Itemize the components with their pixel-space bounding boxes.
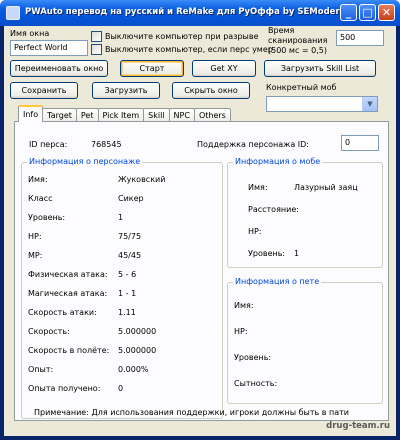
hide-window-button[interactable]: Скрыть окно <box>172 82 250 99</box>
char-value: 5.000000 <box>118 327 157 336</box>
info-panel: ID перса: 768545 Поддержка персонажа ID:… <box>14 121 389 421</box>
char-value: 45/45 <box>118 251 142 260</box>
checkbox-box[interactable] <box>91 44 102 55</box>
char-value: 0 <box>118 384 124 393</box>
group-title: Информация о пете <box>233 277 322 286</box>
char-id-label: ID перса: <box>29 140 68 149</box>
tab-target[interactable]: Target <box>42 108 77 122</box>
load-skill-list-button[interactable]: Загрузить Skill List <box>264 60 376 77</box>
char-label: HP: <box>28 232 42 241</box>
pet-info-group: Информация о пете Имя: HP: Уровень: Сытн… <box>227 277 383 404</box>
save-button[interactable]: Сохранить <box>10 82 78 99</box>
pet-label: HP: <box>234 327 248 336</box>
group-title: Информация о мобе <box>233 157 323 166</box>
scan-time-input[interactable]: 500 <box>336 30 384 46</box>
mob-label: Имя: <box>248 183 268 192</box>
close-button[interactable]: ✕ <box>378 4 395 21</box>
char-value: 1 <box>118 213 124 222</box>
window-title: PWAuto перевод на русский и ReMake для Р… <box>25 7 340 17</box>
mob-label: HP: <box>248 227 262 236</box>
char-label: Скорость атаки: <box>28 308 97 317</box>
scan-time-hint: (500 мс = 0,5) <box>268 46 327 55</box>
char-id-value: 768545 <box>91 140 122 149</box>
char-label: Уровень: <box>28 213 66 222</box>
title-bar[interactable]: PWAuto перевод на русский и ReMake для Р… <box>0 0 400 26</box>
char-label: Опыт: <box>28 365 54 374</box>
tab-pick-item[interactable]: Pick Item <box>97 108 145 122</box>
mob-label: Уровень: <box>248 249 286 258</box>
support-note: Примечание: Для использования поддержки,… <box>34 408 350 417</box>
char-value: 5.000000 <box>118 346 157 355</box>
shutdown-on-death-checkbox[interactable]: Выключите компьютер, если перс умер <box>91 44 273 55</box>
char-value: Сикер <box>118 194 144 203</box>
support-id-label: Поддержка персонажа ID: <box>197 140 309 149</box>
char-value: 75/75 <box>118 232 142 241</box>
shutdown-on-disconnect-checkbox[interactable]: Выключите компьютер при разрыве <box>91 31 259 42</box>
pet-label: Уровень: <box>234 353 272 362</box>
pet-label: Имя: <box>234 301 254 310</box>
tab-skill[interactable]: Skill <box>143 108 170 122</box>
load-button[interactable]: Загрузить <box>92 82 160 99</box>
specific-mob-label: Конкретный моб <box>266 83 337 92</box>
char-label: Магическая атака: <box>28 289 108 298</box>
pet-label: Сытность: <box>234 379 278 388</box>
char-value: 1 - 1 <box>118 289 137 298</box>
client-area: Имя окна Perfect World Выключите компьют… <box>4 26 396 436</box>
app-window: PWAuto перевод на русский и ReMake для Р… <box>0 0 400 440</box>
watermark: drug-team.ru <box>326 421 390 431</box>
char-label: MP: <box>28 251 43 260</box>
tab-info[interactable]: Info <box>18 105 44 122</box>
minimize-button[interactable]: _ <box>340 4 357 21</box>
get-xy-button[interactable]: Get XY <box>192 60 256 77</box>
tab-bar: Info Target Pet Pick Item Skill NPC Othe… <box>18 105 231 122</box>
mob-value: Лазурный заяц <box>294 183 358 192</box>
scan-time-label: Время <box>268 26 295 35</box>
char-label: Скорость: <box>28 327 70 336</box>
char-info-group: Информация о персонаже Имя: Жуковский Кл… <box>21 157 223 419</box>
specific-mob-select[interactable]: ▼ <box>266 96 378 112</box>
checkbox-box[interactable] <box>91 31 102 42</box>
app-icon <box>6 6 20 20</box>
maximize-button[interactable]: □ <box>359 4 376 21</box>
start-button[interactable]: Старт <box>120 60 184 77</box>
char-label: Имя: <box>28 175 48 184</box>
support-id-input[interactable]: 0 <box>341 135 379 151</box>
char-value: 0.000% <box>118 365 149 374</box>
window-name-input[interactable]: Perfect World <box>10 40 88 56</box>
chevron-down-icon[interactable]: ▼ <box>362 97 377 111</box>
scan-time-label: сканирования <box>268 36 328 45</box>
checkbox-label: Выключите компьютер при разрыве <box>105 32 259 41</box>
char-value: 5 - 6 <box>118 270 137 279</box>
char-label: Класс <box>28 194 53 203</box>
mob-label: Расстояние: <box>248 205 299 214</box>
tab-npc[interactable]: NPC <box>168 108 195 122</box>
group-title: Информация о персонаже <box>27 157 143 166</box>
char-value: 1.11 <box>118 308 136 317</box>
char-label: Опыта получено: <box>28 384 101 393</box>
char-label: Физическая атака: <box>28 270 108 279</box>
mob-info-group: Информация о мобе Имя: Лазурный заяц Рас… <box>227 157 383 268</box>
checkbox-label: Выключите компьютер, если перс умер <box>105 45 273 54</box>
tab-pet[interactable]: Pet <box>75 108 99 122</box>
tab-others[interactable]: Others <box>193 108 231 122</box>
char-value: Жуковский <box>118 175 166 184</box>
rename-window-button[interactable]: Переименовать окно <box>10 60 108 77</box>
char-label: Скорость в полёте: <box>28 346 110 355</box>
mob-value: 1 <box>294 249 300 258</box>
window-name-label: Имя окна <box>10 29 50 38</box>
